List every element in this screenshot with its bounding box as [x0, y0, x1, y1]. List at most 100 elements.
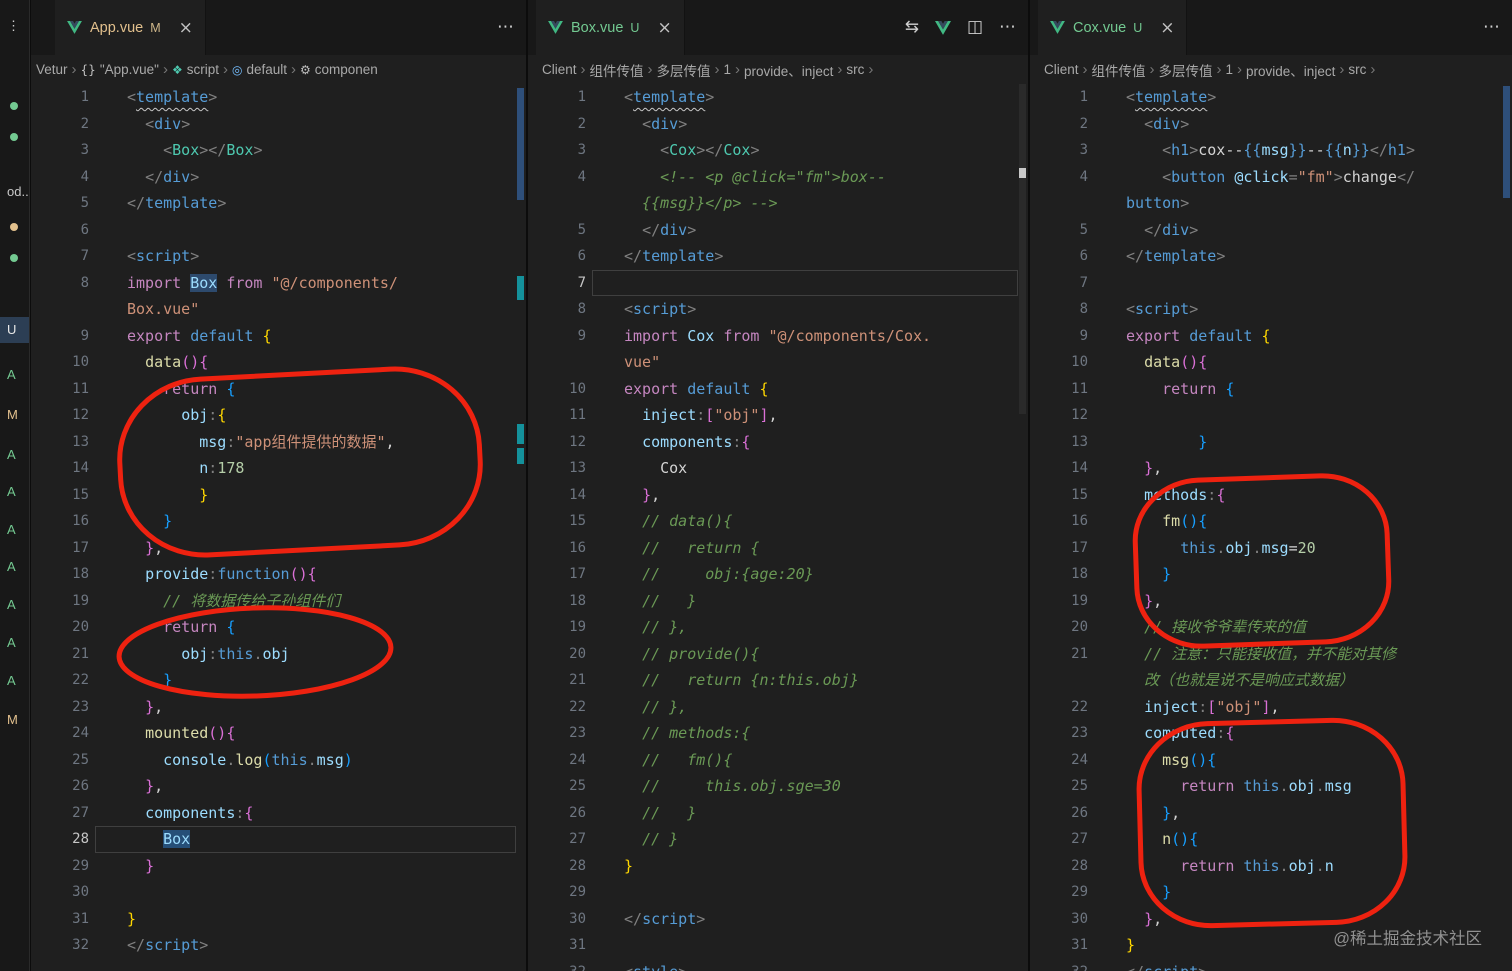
git-status-dot[interactable] — [10, 223, 18, 231]
git-status-letter[interactable]: A — [7, 479, 16, 505]
code-line[interactable]: 6 — [31, 217, 526, 244]
code-line[interactable]: 21 obj:this.obj — [31, 641, 526, 668]
overview-ruler[interactable] — [1018, 84, 1027, 971]
line-number[interactable]: 2 — [31, 111, 89, 138]
line-number[interactable]: 1 — [528, 84, 586, 111]
line-number[interactable]: 7 — [31, 243, 89, 270]
line-number[interactable]: 22 — [1030, 694, 1088, 721]
tab-close-icon[interactable]: × — [657, 18, 671, 38]
code-line[interactable]: button> — [1030, 190, 1512, 217]
line-number[interactable]: 12 — [31, 402, 89, 429]
breadcrumb-item[interactable]: ◎ default — [232, 62, 287, 77]
line-number[interactable]: 8 — [1030, 296, 1088, 323]
code-line[interactable]: 11 return { — [31, 376, 526, 403]
code-line[interactable]: 27 n(){ — [1030, 826, 1512, 853]
git-status-letter[interactable]: A — [7, 442, 16, 468]
line-number[interactable]: 26 — [528, 800, 586, 827]
line-number[interactable]: 20 — [528, 641, 586, 668]
line-number[interactable]: 6 — [528, 243, 586, 270]
code-line[interactable]: 23 // methods:{ — [528, 720, 1028, 747]
code-line[interactable]: 22 // }, — [528, 694, 1028, 721]
code-line[interactable]: 19 }, — [1030, 588, 1512, 615]
code-line[interactable]: 9 export default { — [1030, 323, 1512, 350]
more-icon[interactable]: ⋯ — [1483, 19, 1500, 36]
line-number[interactable]: 17 — [1030, 535, 1088, 562]
code-line[interactable]: Box.vue" — [31, 296, 526, 323]
code-line[interactable]: 2 <div> — [528, 111, 1028, 138]
code-line[interactable]: 21 // 注意：只能接收值，并不能对其修 — [1030, 641, 1512, 668]
line-number[interactable]: 3 — [1030, 137, 1088, 164]
code-line[interactable]: 11 return { — [1030, 376, 1512, 403]
line-number[interactable]: 32 — [528, 959, 586, 971]
breadcrumb-item[interactable]: 1 — [724, 62, 732, 77]
code-line[interactable]: 31} — [31, 906, 526, 933]
line-number[interactable]: 13 — [528, 455, 586, 482]
code-line[interactable]: 5 </template> — [31, 190, 526, 217]
line-number[interactable]: 7 — [1030, 270, 1088, 297]
breadcrumb-item[interactable]: ❖ script — [172, 62, 219, 77]
breadcrumb-item[interactable]: 组件传值 — [1092, 60, 1146, 80]
line-number[interactable]: 29 — [31, 853, 89, 880]
line-number[interactable]: 4 — [1030, 164, 1088, 191]
git-status-letter[interactable]: A — [7, 630, 16, 656]
code-line[interactable]: 24 mounted(){ — [31, 720, 526, 747]
line-number[interactable]: 27 — [1030, 826, 1088, 853]
line-number[interactable]: 29 — [528, 879, 586, 906]
code-line[interactable]: 7 <script> — [31, 243, 526, 270]
line-number[interactable]: 20 — [1030, 614, 1088, 641]
breadcrumb-item[interactable]: Client — [542, 62, 577, 77]
line-number[interactable]: 23 — [528, 720, 586, 747]
tab-app-vue[interactable]: App.vue M × — [55, 0, 206, 55]
git-status-dot[interactable] — [10, 133, 18, 141]
code-line[interactable]: 16 fm(){ — [1030, 508, 1512, 535]
line-number[interactable]: 18 — [528, 588, 586, 615]
line-number[interactable]: 26 — [31, 773, 89, 800]
breadcrumb-item[interactable]: 1 — [1226, 62, 1234, 77]
breadcrumb-item[interactable]: 多层传值 — [657, 60, 711, 80]
git-status-letter[interactable]: ⋮ — [7, 13, 20, 39]
line-number[interactable]: 5 — [528, 217, 586, 244]
line-number[interactable]: 28 — [528, 853, 586, 880]
code-area[interactable]: 1 <template> 2 <div> 3 <h1>cox--{{msg}}--{{… — [1030, 84, 1512, 971]
breadcrumb-item[interactable]: src — [846, 62, 864, 77]
breadcrumb-item[interactable]: ⚙ componen — [300, 62, 378, 77]
line-number[interactable]: 6 — [31, 217, 89, 244]
line-number[interactable]: 3 — [31, 137, 89, 164]
code-line[interactable]: 14 n:178 — [31, 455, 526, 482]
breadcrumb-item[interactable]: src — [1348, 62, 1366, 77]
git-status-dot[interactable] — [10, 102, 18, 110]
code-line[interactable]: 14 }, — [528, 482, 1028, 509]
line-number[interactable]: 2 — [528, 111, 586, 138]
code-line[interactable]: 23 }, — [31, 694, 526, 721]
line-number[interactable]: 12 — [1030, 402, 1088, 429]
line-number[interactable] — [528, 349, 586, 376]
line-number[interactable] — [31, 296, 89, 323]
code-line[interactable]: 18 // } — [528, 588, 1028, 615]
git-status-letter[interactable]: M — [7, 402, 18, 428]
code-line[interactable]: 22 } — [31, 667, 526, 694]
line-number[interactable]: 25 — [1030, 773, 1088, 800]
tab-close-icon[interactable]: × — [1160, 18, 1174, 38]
code-line[interactable]: 19 // 将数据传给子孙组件们 — [31, 588, 526, 615]
line-number[interactable]: 23 — [31, 694, 89, 721]
line-number[interactable]: 10 — [1030, 349, 1088, 376]
split-icon[interactable]: ◫ — [967, 19, 983, 36]
git-status-letter[interactable]: M — [7, 707, 18, 733]
line-number[interactable]: 15 — [528, 508, 586, 535]
tab-cox-vue[interactable]: Cox.vue U × — [1038, 0, 1188, 55]
line-number[interactable]: 30 — [528, 906, 586, 933]
breadcrumb-item[interactable]: 多层传值 — [1159, 60, 1213, 80]
code-line[interactable]: 28 return this.obj.n — [1030, 853, 1512, 880]
code-line[interactable]: 8 import Box from "@/components/ — [31, 270, 526, 297]
line-number[interactable]: 27 — [31, 800, 89, 827]
line-number[interactable]: 5 — [31, 190, 89, 217]
line-number[interactable]: 20 — [31, 614, 89, 641]
line-number[interactable]: 18 — [1030, 561, 1088, 588]
line-number[interactable]: 16 — [31, 508, 89, 535]
line-number[interactable]: 5 — [1030, 217, 1088, 244]
overview-ruler[interactable] — [1502, 84, 1511, 971]
line-number[interactable]: 14 — [31, 455, 89, 482]
line-number[interactable]: 30 — [31, 879, 89, 906]
git-status-letter[interactable]: U — [0, 317, 29, 343]
line-number[interactable]: 24 — [31, 720, 89, 747]
